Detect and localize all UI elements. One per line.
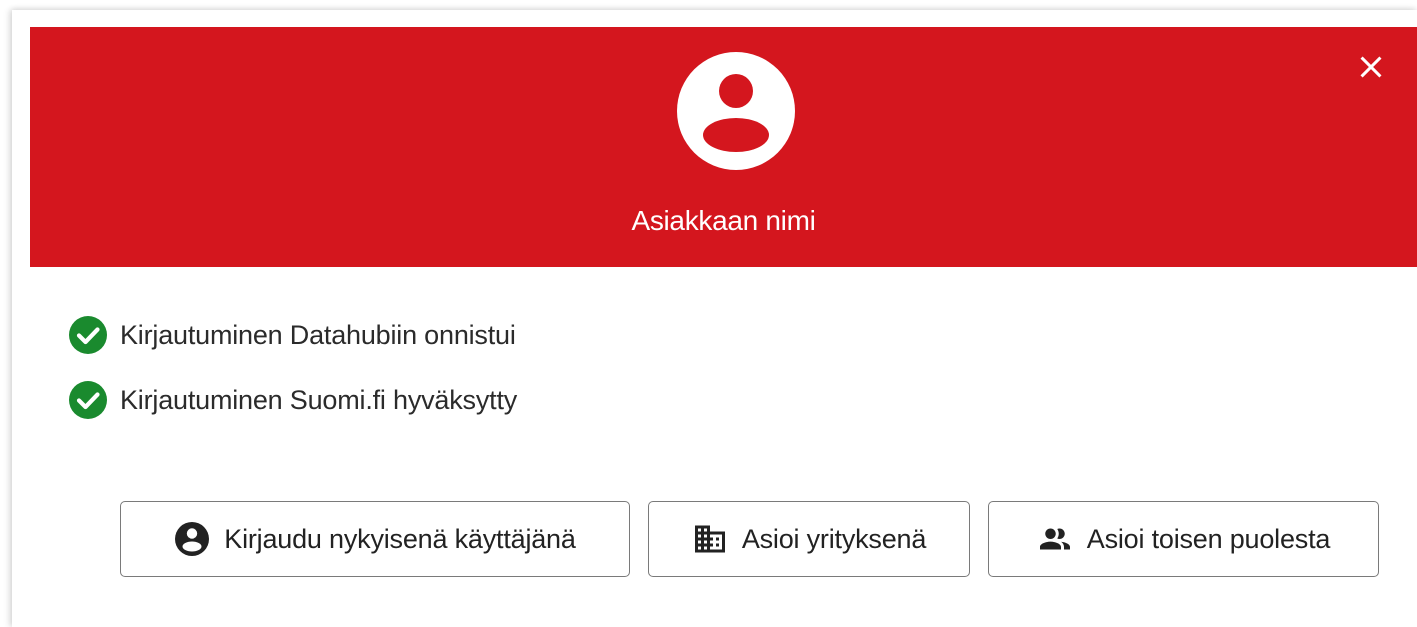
act-as-company-button[interactable]: Asioi yrityksenä [648, 501, 970, 577]
check-circle-icon [69, 381, 107, 419]
dialog-header: Asiakkaan nimi [30, 27, 1417, 267]
close-icon [1360, 56, 1382, 78]
customer-name: Asiakkaan nimi [631, 205, 816, 236]
status-item: Kirjautuminen Suomi.fi hyväksytty [68, 380, 517, 420]
business-icon [694, 525, 725, 553]
account-circle-icon [676, 51, 796, 171]
status-label: Kirjautuminen Datahubiin onnistui [120, 319, 516, 350]
people-icon [1039, 528, 1070, 550]
status-item: Kirjautuminen Datahubiin onnistui [68, 315, 517, 355]
button-label: Asioi toisen puolesta [1086, 523, 1331, 554]
login-current-user-button[interactable]: Kirjaudu nykyisenä käyttäjänä [120, 501, 630, 577]
button-label: Kirjaudu nykyisenä käyttäjänä [224, 523, 576, 554]
account-circle-icon [175, 522, 210, 556]
login-dialog: Asiakkaan nimi Kirjautuminen Datahubiin … [12, 10, 1417, 627]
status-label: Kirjautuminen Suomi.fi hyväksytty [120, 384, 518, 415]
status-list: Kirjautuminen Datahubiin onnistui Kirjau… [68, 315, 517, 445]
act-on-behalf-button[interactable]: Asioi toisen puolesta [988, 501, 1379, 577]
button-label: Asioi yrityksenä [741, 523, 927, 554]
close-button[interactable] [1353, 49, 1389, 85]
check-circle-icon [69, 316, 107, 354]
